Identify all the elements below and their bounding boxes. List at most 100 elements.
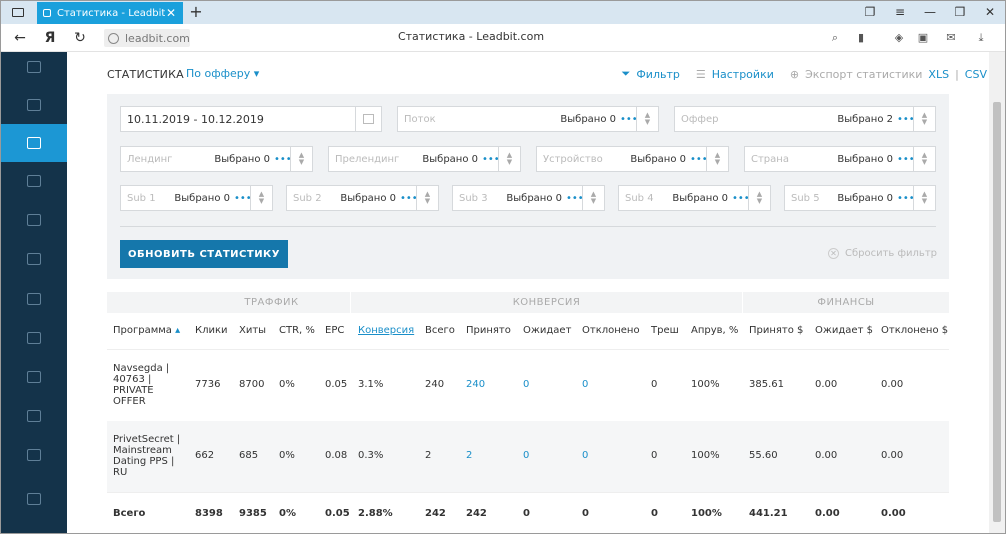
updown-arrows-icon[interactable]: ▲ ▼: [582, 186, 604, 210]
col-accepted-usd[interactable]: Принято $: [749, 325, 803, 336]
close-circle-icon: ✕: [827, 248, 839, 259]
filter-country[interactable]: Страна Выбрано 0 ••• ▲ ▼: [744, 146, 936, 172]
pending-link[interactable]: 0: [523, 450, 529, 461]
close-window-icon[interactable]: ✕: [983, 3, 997, 21]
more-icon[interactable]: •••: [897, 114, 915, 125]
accepted-link[interactable]: 2: [466, 450, 472, 461]
pending-link[interactable]: 0: [523, 379, 529, 390]
nav-item-profile[interactable]: [1, 436, 67, 474]
nav-item-monitor[interactable]: [1, 319, 67, 357]
col-pending[interactable]: Ожидает: [523, 325, 571, 336]
col-trash[interactable]: Треш: [651, 325, 679, 336]
col-rejected[interactable]: Отклонено: [582, 325, 640, 336]
window-controls: ❐ ≡ — ❒ ✕: [863, 3, 997, 21]
updown-arrows-icon[interactable]: ▲ ▼: [748, 186, 770, 210]
export-csv-link[interactable]: CSV: [965, 68, 987, 81]
nav-item-finance[interactable]: [1, 358, 67, 396]
col-total[interactable]: Всего: [425, 325, 455, 336]
filter-sub3[interactable]: Sub 3 Выбрано 0 ••• ▲ ▼: [452, 185, 605, 211]
chart-icon: [27, 137, 41, 149]
more-icon[interactable]: •••: [690, 154, 708, 165]
extension-icon[interactable]: ▣: [915, 29, 931, 47]
nav-item-shop[interactable]: [1, 86, 67, 124]
vertical-scrollbar[interactable]: [989, 52, 1005, 533]
downloads-icon[interactable]: ⤓: [973, 29, 989, 47]
more-icon[interactable]: •••: [400, 193, 418, 204]
menu-icon[interactable]: ≡: [893, 3, 907, 21]
updown-arrows-icon[interactable]: ▲ ▼: [913, 107, 935, 131]
update-stats-button[interactable]: ОБНОВИТЬ СТАТИСТИКУ: [120, 240, 288, 268]
more-icon[interactable]: •••: [566, 193, 584, 204]
nav-item-tools[interactable]: [1, 397, 67, 435]
filter-stream[interactable]: Поток Выбрано 0 ••• ▲ ▼: [397, 106, 659, 132]
more-icon[interactable]: •••: [897, 193, 915, 204]
col-rejected-usd[interactable]: Отклонено $: [881, 325, 948, 336]
col-ctr[interactable]: CTR, %: [279, 325, 315, 336]
reset-filter-button[interactable]: ✕ Сбросить фильтр: [827, 248, 937, 259]
accepted-link[interactable]: 240: [466, 379, 485, 390]
col-hits[interactable]: Хиты: [239, 325, 266, 336]
filter-sub2[interactable]: Sub 2 Выбрано 0 ••• ▲ ▼: [286, 185, 439, 211]
tab-active[interactable]: Статистика - Leadbit.com ✕: [37, 2, 183, 24]
updown-arrows-icon[interactable]: ▲ ▼: [913, 186, 935, 210]
more-icon[interactable]: •••: [620, 114, 638, 125]
updown-arrows-icon[interactable]: ▲ ▼: [290, 147, 312, 171]
tab-close-icon[interactable]: ✕: [165, 6, 177, 20]
nav-item-grid[interactable]: [1, 201, 67, 239]
restore-icon[interactable]: ❒: [953, 3, 967, 21]
nav-item-layers[interactable]: [1, 162, 67, 200]
filter-sub1[interactable]: Sub 1 Выбрано 0 ••• ▲ ▼: [120, 185, 273, 211]
updown-arrows-icon[interactable]: ▲ ▼: [416, 186, 438, 210]
col-clicks[interactable]: Клики: [195, 325, 228, 336]
rejected-link[interactable]: 0: [582, 450, 588, 461]
updown-arrows-icon[interactable]: ▲ ▼: [706, 147, 728, 171]
filter-landing[interactable]: Лендинг Выбрано 0 ••• ▲ ▼: [120, 146, 313, 172]
nav-item-statistics[interactable]: [1, 124, 67, 162]
col-conversion[interactable]: Конверсия: [358, 325, 414, 336]
sidebar-toggle-icon[interactable]: [9, 4, 27, 20]
rejected-link[interactable]: 0: [582, 379, 588, 390]
filter-sub5[interactable]: Sub 5 Выбрано 0 ••• ▲ ▼: [784, 185, 936, 211]
new-tab-button[interactable]: +: [187, 2, 205, 22]
settings-icon[interactable]: ☰: [696, 68, 706, 81]
bookmarks-icon[interactable]: ❐: [863, 3, 877, 21]
date-range-picker[interactable]: 10.11.2019 - 10.12.2019: [120, 106, 382, 132]
export-label: Экспорт статистики: [805, 67, 923, 81]
more-icon[interactable]: •••: [274, 154, 292, 165]
filter-prelanding[interactable]: Прелендинг Выбрано 0 ••• ▲ ▼: [328, 146, 521, 172]
program-name: PrivetSecret | Mainstream Dating PPS | R…: [113, 434, 181, 478]
minimize-icon[interactable]: —: [923, 3, 937, 21]
protect-icon[interactable]: ◈: [891, 29, 907, 47]
updown-arrows-icon[interactable]: ▲ ▼: [913, 147, 935, 171]
more-icon[interactable]: •••: [732, 193, 750, 204]
more-icon[interactable]: •••: [897, 154, 915, 165]
chat-icon[interactable]: ✉: [943, 29, 959, 47]
scrollbar-thumb[interactable]: [993, 102, 1001, 522]
bookmark-icon[interactable]: ▮: [853, 29, 869, 47]
col-approve[interactable]: Апрув, %: [691, 325, 738, 336]
more-icon[interactable]: •••: [234, 193, 252, 204]
filter-device[interactable]: Устройство Выбрано 0 ••• ▲ ▼: [536, 146, 729, 172]
filter-offer[interactable]: Оффер Выбрано 2 ••• ▲ ▼: [674, 106, 936, 132]
updown-arrows-icon[interactable]: ▲ ▼: [250, 186, 272, 210]
settings-link[interactable]: Настройки: [712, 68, 774, 81]
nav-item-news[interactable]: [1, 480, 67, 518]
group-by-dropdown[interactable]: По офферу ▾: [186, 67, 259, 80]
col-epc[interactable]: EPC: [325, 325, 344, 336]
filter-sub4[interactable]: Sub 4 Выбрано 0 ••• ▲ ▼: [618, 185, 771, 211]
column-groups: ТРАФФИК КОНВЕРСИЯ ФИНАНСЫ: [107, 292, 949, 313]
nav-item-briefcase[interactable]: [1, 240, 67, 278]
col-program[interactable]: Программа ▴: [113, 325, 180, 336]
filter-icon[interactable]: ⏷: [622, 67, 631, 81]
updown-arrows-icon[interactable]: ▲ ▼: [636, 107, 658, 131]
nav-item-dashboard[interactable]: [1, 48, 67, 86]
updown-arrows-icon[interactable]: ▲ ▼: [498, 147, 520, 171]
search-icon[interactable]: ⌕: [827, 29, 843, 47]
col-pending-usd[interactable]: Ожидает $: [815, 325, 873, 336]
calendar-icon[interactable]: [355, 107, 381, 131]
nav-item-calendar[interactable]: [1, 280, 67, 318]
export-xls-link[interactable]: XLS: [928, 68, 949, 81]
filter-link[interactable]: Фильтр: [636, 68, 680, 81]
more-icon[interactable]: •••: [482, 154, 500, 165]
col-accepted[interactable]: Принято: [466, 325, 511, 336]
